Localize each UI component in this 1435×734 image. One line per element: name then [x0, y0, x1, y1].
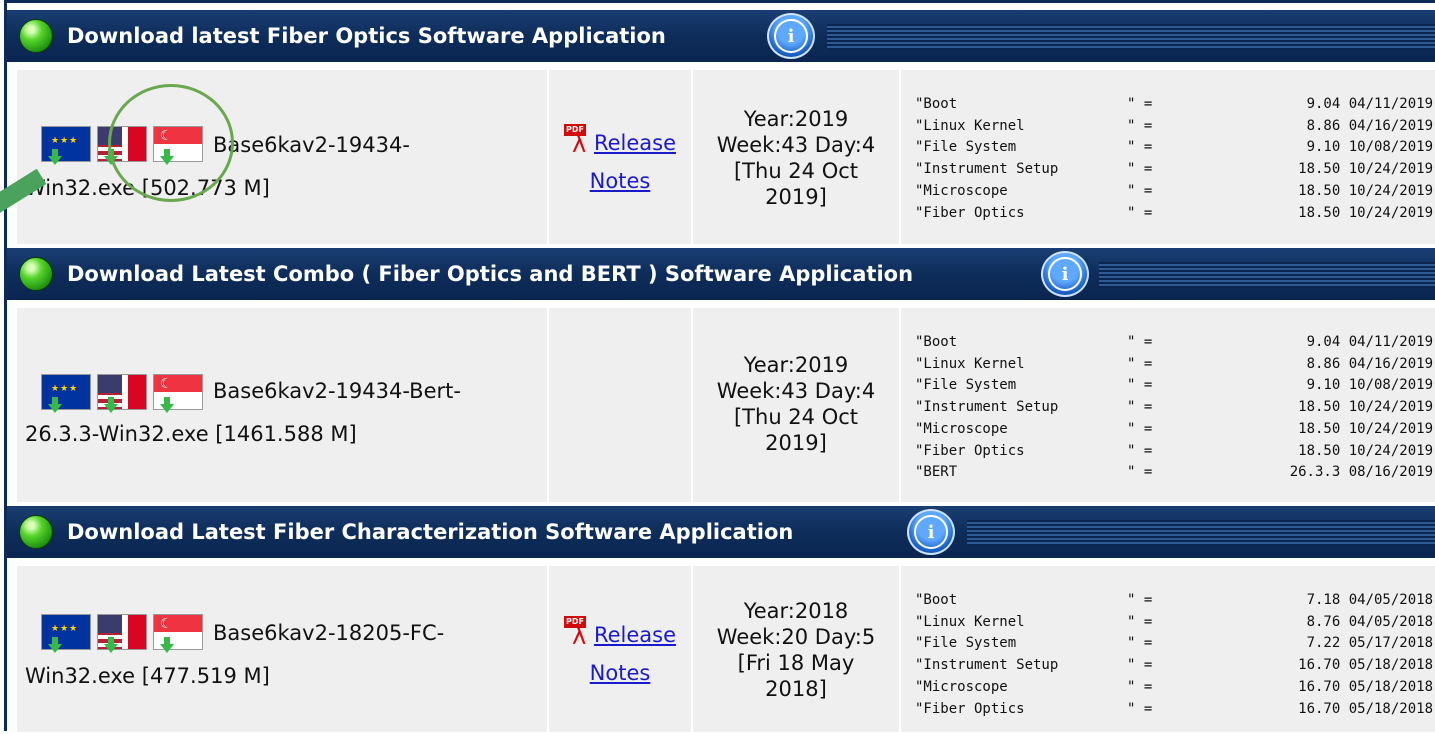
section-title: Download Latest Fiber Characterization S…	[67, 520, 794, 544]
section-header-fiber-characterization: Download Latest Fiber Characterization S…	[7, 506, 1435, 558]
version-row: "BERT " = 26.3.3 08/16/2019	[915, 464, 1433, 481]
green-dot-icon	[19, 257, 53, 291]
file-name[interactable]: Base6kav2-19434-	[213, 126, 410, 164]
green-dot-icon	[19, 515, 53, 549]
section-title: Download latest Fiber Optics Software Ap…	[67, 24, 666, 48]
release-date: Year:2019 Week:43 Day:4 [Thu 24 Oct 2019…	[716, 107, 876, 209]
us-canada-flag-icon[interactable]	[97, 614, 147, 653]
version-row: "Linux Kernel " = 8.86 04/16/2019	[915, 355, 1433, 372]
file-name[interactable]: 26.3.3-Win32.exe [1461.588 M]	[25, 415, 357, 453]
file-name[interactable]: Base6kav2-19434-Bert-	[213, 372, 461, 410]
version-row: "Boot " = 9.04 04/11/2019	[915, 96, 1433, 112]
info-icon[interactable]: i	[1041, 251, 1089, 297]
version-list: "Boot " = 9.04 04/11/2019 "Linux Kernel " = 8…	[915, 94, 1433, 224]
annotation-highlight-circle	[108, 84, 234, 202]
file-name[interactable]: Win32.exe [477.519 M]	[25, 657, 270, 695]
version-row: "Fiber Optics " = 18.50 10/24/2019	[915, 442, 1433, 459]
eu-flag-icon[interactable]	[41, 614, 91, 653]
version-row: "Linux Kernel " = 8.76 04/05/2018	[915, 613, 1433, 630]
version-list: "Boot " = 9.04 04/11/2019 "Linux Kernel " = 8…	[915, 332, 1433, 484]
version-row: "File System " = 7.22 05/17/2018	[915, 635, 1433, 652]
version-row: "Linux Kernel " = 8.86 04/16/2019	[915, 117, 1433, 134]
pdf-icon: PDF λ	[563, 616, 587, 650]
release-date: Year:2018 Week:20 Day:5 [Fri 18 May 2018…	[716, 599, 876, 701]
version-row: "Instrument Setup " = 18.50 10/24/2019	[915, 399, 1433, 416]
eu-flag-icon[interactable]	[41, 126, 91, 165]
version-row: "Fiber Optics " = 18.50 10/24/2019	[915, 204, 1433, 221]
eu-flag-icon[interactable]	[41, 374, 91, 413]
section-header-combo: Download Latest Combo ( Fiber Optics and…	[7, 248, 1435, 300]
version-row: "Instrument Setup " = 16.70 05/18/2018	[915, 657, 1433, 674]
version-row: "Microscope " = 18.50 10/24/2019	[915, 420, 1433, 437]
version-row: "Microscope " = 18.50 10/24/2019	[915, 182, 1433, 199]
us-canada-flag-icon[interactable]	[97, 374, 147, 413]
pdf-icon: PDF λ	[563, 124, 587, 158]
singapore-flag-icon[interactable]	[153, 614, 203, 653]
version-list: "Boot " = 7.18 04/05/2018 "Linux Kernel " = 8…	[915, 590, 1433, 720]
version-row: "File System " = 9.10 10/08/2019	[915, 377, 1433, 394]
release-notes-link[interactable]: PDF λ Release Notes	[549, 124, 691, 200]
download-row: Base6kav2-19434-Bert- 26.3.3-Win32.exe […	[7, 306, 1435, 504]
version-row: "Fiber Optics " = 16.70 05/18/2018	[915, 700, 1433, 717]
version-row: "Boot " = 7.18 04/05/2018	[915, 592, 1433, 608]
file-name[interactable]: Base6kav2-18205-FC-	[213, 614, 444, 652]
version-row: "Instrument Setup " = 18.50 10/24/2019	[915, 161, 1433, 178]
version-row: "Microscope " = 16.70 05/18/2018	[915, 678, 1433, 695]
green-dot-icon	[19, 19, 53, 53]
section-title: Download Latest Combo ( Fiber Optics and…	[67, 262, 914, 286]
info-icon[interactable]: i	[767, 13, 815, 59]
singapore-flag-icon[interactable]	[153, 374, 203, 413]
release-date: Year:2019 Week:43 Day:4 [Thu 24 Oct 2019…	[716, 353, 876, 455]
download-row: Base6kav2-18205-FC- Win32.exe [477.519 M…	[7, 564, 1435, 734]
version-row: "File System " = 9.10 10/08/2019	[915, 139, 1433, 156]
release-notes-link[interactable]: PDF λ Release Notes	[549, 616, 691, 692]
version-row: "Boot " = 9.04 04/11/2019	[915, 334, 1433, 350]
section-header-fiber-optics: Download latest Fiber Optics Software Ap…	[7, 10, 1435, 62]
info-icon[interactable]: i	[907, 509, 955, 555]
